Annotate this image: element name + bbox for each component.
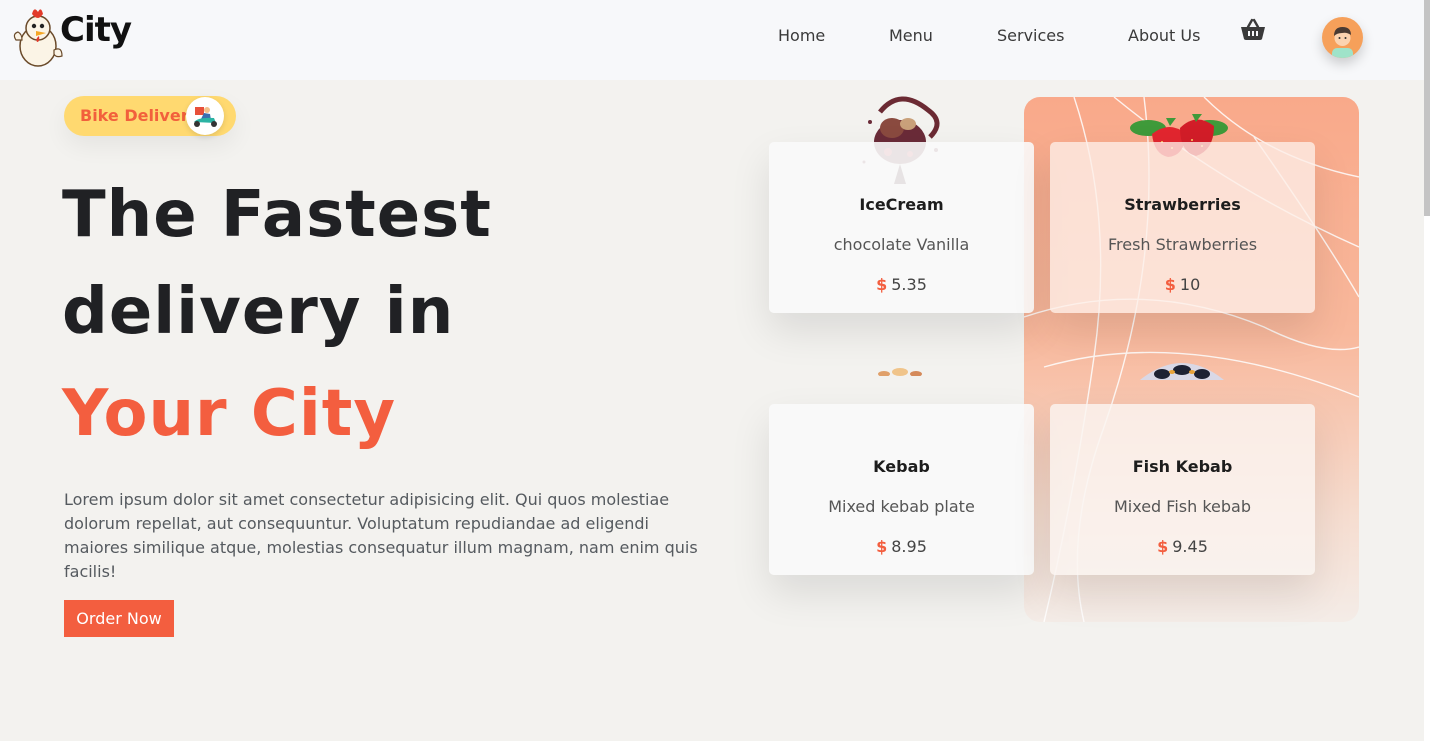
hero-title-line-1: The Fastest xyxy=(62,178,492,252)
nav-home[interactable]: Home xyxy=(778,26,825,45)
price-value: 10 xyxy=(1179,275,1201,294)
shopping-basket-icon[interactable] xyxy=(1239,18,1267,42)
scrollbar-thumb[interactable] xyxy=(1424,0,1430,216)
top-navbar: City Home Menu Services About Us xyxy=(0,0,1424,80)
card-description: chocolate Vanilla xyxy=(833,235,970,254)
scooter-delivery-icon xyxy=(186,97,224,135)
card-price: $5.35 xyxy=(769,275,1034,294)
nav-services[interactable]: Services xyxy=(997,26,1064,45)
hero-title-line-3: Your City xyxy=(62,377,397,451)
landing-page: City Home Menu Services About Us Bike De… xyxy=(0,0,1430,741)
brand-name[interactable]: City xyxy=(60,10,132,50)
bike-delivery-badge: Bike Delivery xyxy=(64,96,236,136)
nav-menu[interactable]: Menu xyxy=(889,26,933,45)
chicken-logo-icon[interactable] xyxy=(10,6,66,68)
currency-symbol: $ xyxy=(1164,275,1176,294)
hero-title-line-2: delivery in xyxy=(62,275,455,349)
currency-symbol: $ xyxy=(876,275,888,294)
card-name: IceCream xyxy=(859,195,944,214)
price-value: 9.45 xyxy=(1172,537,1208,556)
card-description: Mixed kebab plate xyxy=(828,497,975,516)
user-avatar-icon xyxy=(1332,27,1353,58)
card-price: $10 xyxy=(1050,275,1315,294)
card-name: Strawberries xyxy=(1124,195,1241,214)
currency-symbol: $ xyxy=(876,537,888,556)
currency-symbol: $ xyxy=(1157,537,1169,556)
menu-card-strawberries[interactable]: Strawberries Fresh Strawberries $10 xyxy=(1050,142,1315,313)
card-name: Kebab xyxy=(873,457,930,476)
card-price: $8.95 xyxy=(769,537,1034,556)
page-scrollbar[interactable] xyxy=(1424,0,1430,741)
menu-card-icecream[interactable]: IceCream chocolate Vanilla $5.35 xyxy=(769,142,1034,313)
card-description: Mixed Fish kebab xyxy=(1113,497,1251,516)
menu-card-kebab[interactable]: Kebab Mixed kebab plate $8.95 xyxy=(769,404,1034,575)
nav-about-us[interactable]: About Us xyxy=(1128,26,1200,45)
card-price: $9.45 xyxy=(1050,537,1315,556)
card-description: Fresh Strawberries xyxy=(1107,235,1258,254)
user-avatar[interactable] xyxy=(1322,17,1363,58)
card-name: Fish Kebab xyxy=(1132,457,1233,476)
price-value: 5.35 xyxy=(891,275,927,294)
hero-description: Lorem ipsum dolor sit amet consectetur a… xyxy=(64,490,698,581)
price-value: 8.95 xyxy=(891,537,927,556)
fish-kebab-image xyxy=(1140,363,1224,380)
badge-label: Bike Delivery xyxy=(80,106,200,125)
menu-card-fish-kebab[interactable]: Fish Kebab Mixed Fish kebab $9.45 xyxy=(1050,404,1315,575)
kebab-image xyxy=(878,368,922,376)
order-now-button[interactable]: Order Now xyxy=(64,600,174,637)
